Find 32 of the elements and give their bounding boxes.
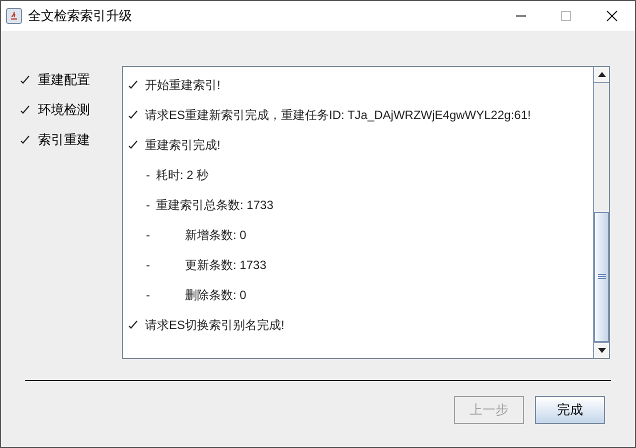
check-icon — [128, 80, 138, 90]
log-line: 更新条数: 1733 — [185, 257, 266, 274]
dash-marker: - — [146, 257, 150, 274]
dash-marker: - — [146, 287, 150, 304]
dash-marker: - — [146, 227, 150, 244]
log-line: 新增条数: 0 — [185, 227, 246, 244]
dash-marker: - — [146, 197, 150, 214]
scroll-up-button[interactable] — [594, 67, 609, 83]
step-label: 索引重建 — [38, 131, 90, 150]
java-app-icon — [6, 8, 22, 24]
window-title: 全文检索索引升级 — [28, 7, 132, 26]
scrollbar[interactable] — [593, 67, 609, 358]
log-line: 开始重建索引! — [145, 77, 220, 94]
check-icon — [128, 140, 138, 150]
step-label: 重建配置 — [38, 71, 90, 90]
check-icon — [128, 320, 138, 330]
scroll-down-button[interactable] — [594, 342, 609, 358]
log-line: 请求ES切换索引别名完成! — [145, 317, 284, 334]
down-arrow-icon — [598, 348, 606, 353]
log-line: 请求ES重建新索引完成，重建任务ID: TJa_DAjWRZWjE4gwWYL22g:61! — [145, 107, 531, 124]
log-line: 重建索引完成! — [145, 137, 220, 154]
log-line: 删除条数: 0 — [185, 287, 246, 304]
log-line: 耗时: 2 秒 — [156, 167, 209, 184]
dialog-button[interactable]: 完成 — [535, 396, 605, 424]
grip-icon — [598, 274, 606, 280]
log-line: 重建索引总条数: 1733 — [156, 197, 274, 214]
dash-marker: - — [146, 167, 150, 184]
scroll-thumb[interactable] — [594, 212, 609, 342]
close-icon[interactable] — [606, 10, 618, 22]
step-label: 环境检测 — [38, 101, 90, 120]
up-arrow-icon — [598, 72, 606, 77]
check-icon — [128, 110, 138, 120]
